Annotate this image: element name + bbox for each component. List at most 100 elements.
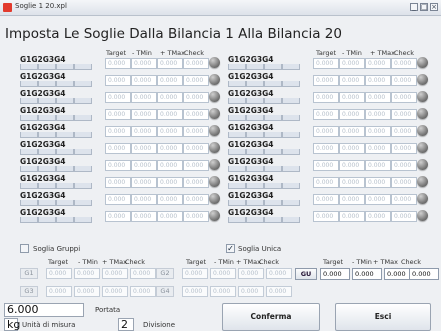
soglia-unica-checkbox[interactable]: ✓ (226, 244, 235, 253)
tmax-field[interactable]: 0.000 (365, 194, 391, 205)
group-toggle[interactable] (38, 81, 56, 87)
target-field[interactable]: 0.000 (313, 177, 339, 188)
target-field[interactable]: 0.000 (313, 194, 339, 205)
check-field[interactable]: 0.000 (391, 177, 417, 188)
check-field[interactable]: 0.000 (391, 126, 417, 137)
group-toggle[interactable] (56, 149, 74, 155)
group-toggle[interactable] (282, 183, 300, 189)
target-field[interactable]: 0.000 (105, 75, 131, 86)
group-button[interactable]: G2 (156, 268, 174, 279)
tmin-field[interactable]: 0.000 (131, 92, 157, 103)
group-button[interactable]: G4 (156, 286, 174, 297)
group-toggle[interactable] (56, 183, 74, 189)
target-field[interactable]: 0.000 (313, 126, 339, 137)
tmin-field[interactable]: 0.000 (131, 58, 157, 69)
gu-target-field[interactable]: 0.000 (320, 268, 350, 280)
group-toggle[interactable] (246, 183, 264, 189)
target-field[interactable]: 0.000 (105, 211, 131, 222)
group-toggle[interactable] (264, 115, 282, 121)
group-toggle[interactable] (282, 217, 300, 223)
tmin-field[interactable]: 0.000 (339, 126, 365, 137)
tmax-field[interactable]: 0.000 (157, 211, 183, 222)
group-target-field[interactable]: 0.000 (182, 268, 208, 279)
tmax-field[interactable]: 0.000 (365, 143, 391, 154)
group-toggle[interactable] (228, 166, 246, 172)
group-toggle[interactable] (38, 64, 56, 70)
esci-button[interactable]: Esci (335, 303, 431, 331)
tmin-field[interactable]: 0.000 (131, 177, 157, 188)
group-toggle[interactable] (282, 81, 300, 87)
group-toggle[interactable] (282, 98, 300, 104)
group-toggle[interactable] (246, 115, 264, 121)
portata-field[interactable]: 6.000 (4, 303, 84, 317)
group-toggle[interactable] (246, 166, 264, 172)
tmin-field[interactable]: 0.000 (131, 109, 157, 120)
group-toggle[interactable] (74, 166, 92, 172)
tmin-field[interactable]: 0.000 (131, 194, 157, 205)
group-toggle[interactable] (56, 132, 74, 138)
group-toggle[interactable] (264, 81, 282, 87)
group-toggle[interactable] (56, 81, 74, 87)
tmin-field[interactable]: 0.000 (339, 92, 365, 103)
target-field[interactable]: 0.000 (105, 126, 131, 137)
group-toggle[interactable] (20, 98, 38, 104)
group-toggle[interactable] (56, 98, 74, 104)
group-toggle[interactable] (228, 115, 246, 121)
group-tmin-field[interactable]: 0.000 (74, 268, 100, 279)
group-toggle[interactable] (246, 81, 264, 87)
tmin-field[interactable]: 0.000 (131, 75, 157, 86)
group-toggle[interactable] (282, 115, 300, 121)
group-toggle[interactable] (56, 166, 74, 172)
group-toggle[interactable] (74, 98, 92, 104)
group-toggle[interactable] (264, 183, 282, 189)
group-toggle[interactable] (246, 98, 264, 104)
target-field[interactable]: 0.000 (313, 109, 339, 120)
group-toggle[interactable] (246, 149, 264, 155)
group-toggle[interactable] (228, 132, 246, 138)
group-toggle[interactable] (74, 217, 92, 223)
group-toggle[interactable] (74, 132, 92, 138)
group-toggle[interactable] (282, 149, 300, 155)
group-tmax-field[interactable]: 0.000 (102, 286, 128, 297)
group-toggle[interactable] (228, 81, 246, 87)
group-toggle[interactable] (246, 217, 264, 223)
group-toggle[interactable] (264, 217, 282, 223)
tmax-field[interactable]: 0.000 (157, 126, 183, 137)
target-field[interactable]: 0.000 (313, 160, 339, 171)
group-toggle[interactable] (264, 200, 282, 206)
group-toggle[interactable] (74, 115, 92, 121)
tmax-field[interactable]: 0.000 (157, 160, 183, 171)
check-field[interactable]: 0.000 (391, 211, 417, 222)
target-field[interactable]: 0.000 (105, 143, 131, 154)
group-toggle[interactable] (20, 183, 38, 189)
target-field[interactable]: 0.000 (313, 211, 339, 222)
check-field[interactable]: 0.000 (183, 143, 209, 154)
check-field[interactable]: 0.000 (183, 194, 209, 205)
target-field[interactable]: 0.000 (313, 58, 339, 69)
check-field[interactable]: 0.000 (183, 75, 209, 86)
group-toggle[interactable] (264, 166, 282, 172)
group-toggle[interactable] (264, 98, 282, 104)
target-field[interactable]: 0.000 (313, 75, 339, 86)
group-toggle[interactable] (74, 149, 92, 155)
gu-check-field[interactable]: 0.000 (409, 268, 439, 280)
group-toggle[interactable] (38, 115, 56, 121)
tmin-field[interactable]: 0.000 (339, 143, 365, 154)
group-check-field[interactable]: 0.000 (266, 268, 292, 279)
group-target-field[interactable]: 0.000 (46, 286, 72, 297)
tmax-field[interactable]: 0.000 (365, 177, 391, 188)
tmin-field[interactable]: 0.000 (339, 211, 365, 222)
group-tmin-field[interactable]: 0.000 (210, 286, 236, 297)
tmin-field[interactable]: 0.000 (339, 194, 365, 205)
group-toggle[interactable] (246, 64, 264, 70)
group-toggle[interactable] (264, 64, 282, 70)
target-field[interactable]: 0.000 (313, 92, 339, 103)
group-toggle[interactable] (20, 64, 38, 70)
tmax-field[interactable]: 0.000 (365, 92, 391, 103)
tmax-field[interactable]: 0.000 (157, 58, 183, 69)
group-toggle[interactable] (38, 217, 56, 223)
group-toggle[interactable] (20, 81, 38, 87)
target-field[interactable]: 0.000 (313, 143, 339, 154)
check-field[interactable]: 0.000 (183, 92, 209, 103)
group-toggle[interactable] (20, 149, 38, 155)
